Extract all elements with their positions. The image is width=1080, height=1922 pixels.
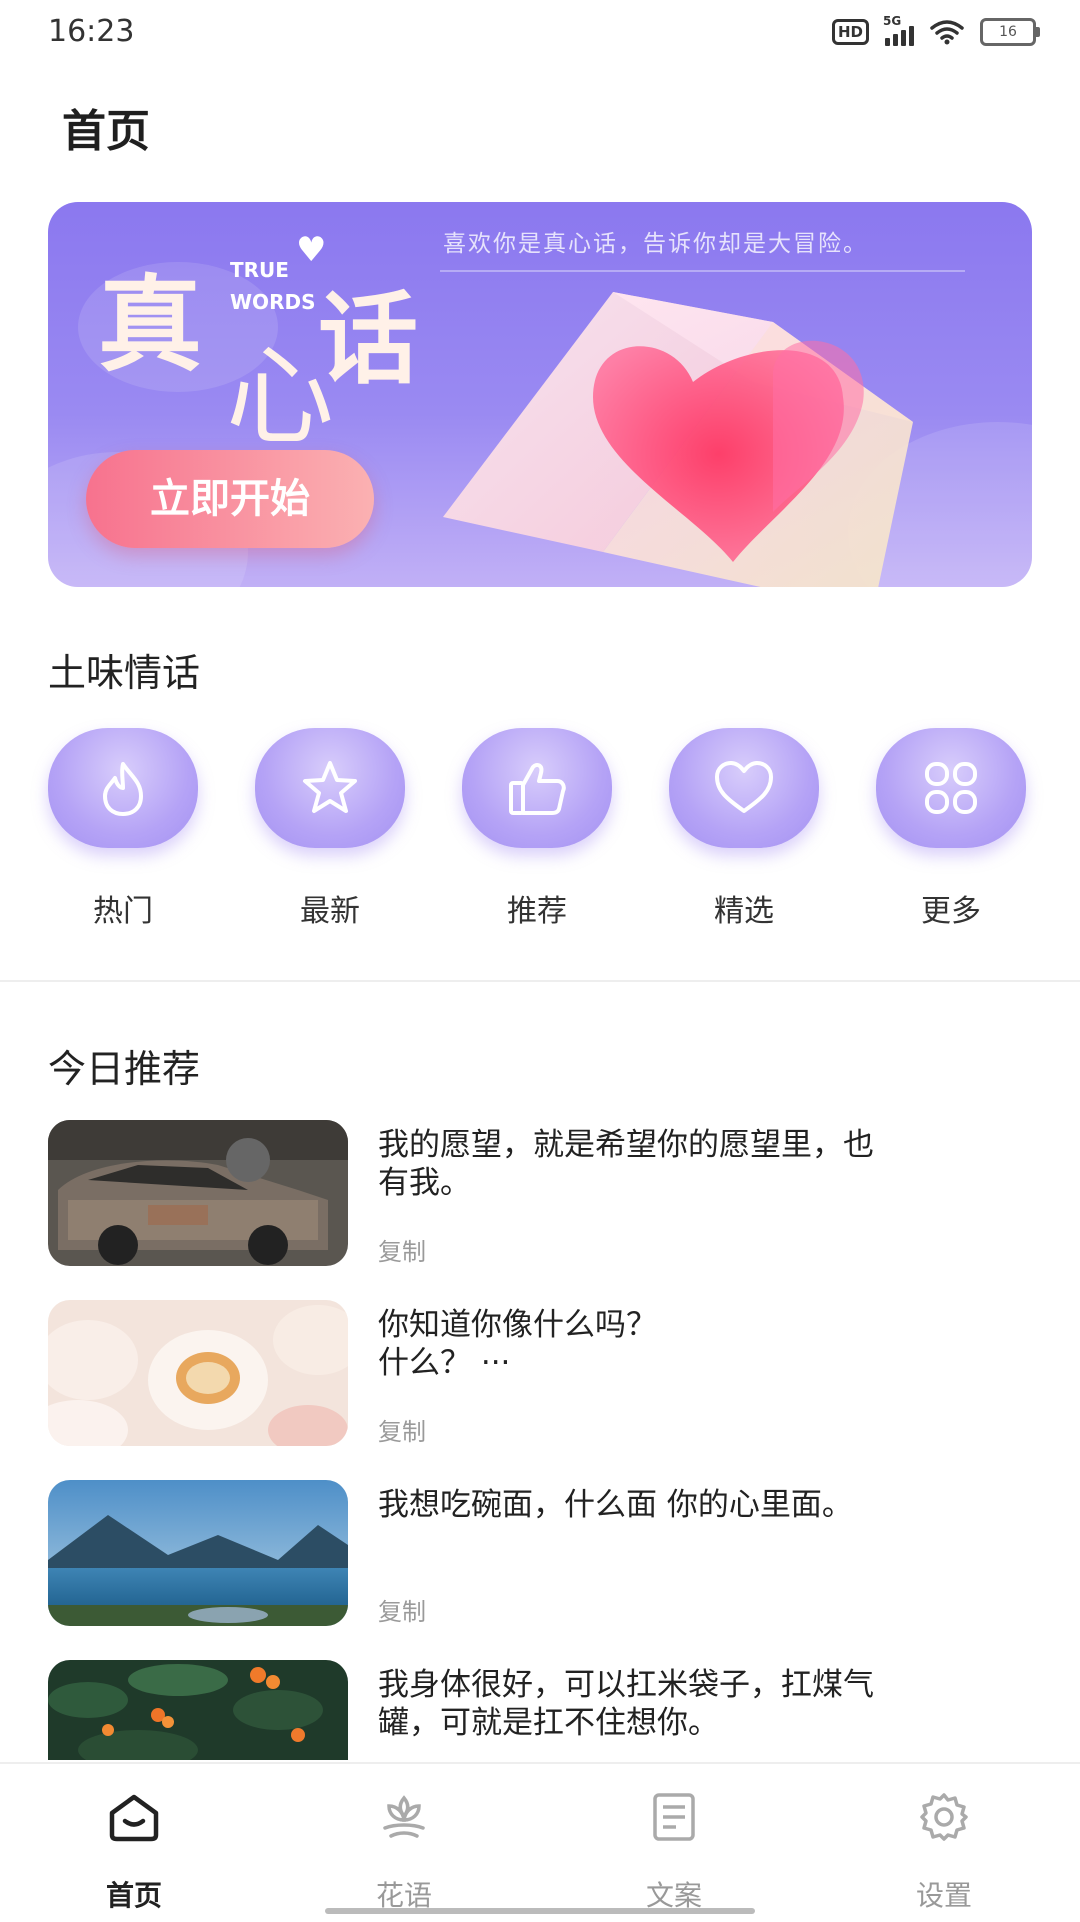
category-circle	[876, 728, 1026, 848]
category-circle	[255, 728, 405, 848]
flower-icon	[383, 1795, 425, 1838]
hd-icon: HD	[831, 19, 869, 45]
heart-icon	[715, 761, 773, 813]
home-indicator	[325, 1908, 755, 1914]
category-circle	[48, 728, 198, 848]
category-label: 热门	[93, 894, 153, 929]
wifi-icon	[930, 20, 964, 45]
tab-settings[interactable]: 设置	[844, 1782, 1044, 1914]
star-icon	[303, 761, 357, 813]
category-more[interactable]: 更多	[876, 728, 1026, 930]
list-item[interactable]: 你知道你像什么吗？ 什么？ ··· 复制	[48, 1300, 1032, 1446]
hero-banner[interactable]: 喜欢你是真心话，告诉你却是大冒险。 真 心 话 TRUE WORDS ♥ 立即开…	[48, 202, 1032, 587]
category-hot[interactable]: 热门	[48, 728, 198, 930]
list-item[interactable]: 我的愿望，就是希望你的愿望里，也 有我。 复制	[48, 1120, 1032, 1266]
list-item[interactable]: 我身体很好，可以扛米袋子，扛煤气 罐，可就是扛不住想你。	[48, 1660, 1032, 1760]
banner-title-char-3: 话	[318, 281, 418, 398]
recommendation-text: 我的愿望，就是希望你的愿望里，也 有我。	[378, 1127, 874, 1201]
list-item[interactable]: 我想吃碗面，什么面 你的心里面。 复制	[48, 1480, 1032, 1626]
bottom-tab-bar: 首页 花语 文案 设置	[0, 1762, 1080, 1922]
category-label: 精选	[714, 894, 774, 929]
recommend-section-title: 今日推荐	[48, 1047, 201, 1091]
cookie-image	[48, 1300, 348, 1446]
category-latest[interactable]: 最新	[255, 728, 405, 930]
battery-icon: 16	[980, 18, 1040, 46]
section-divider	[0, 980, 1080, 982]
category-section-title: 土味情话	[48, 651, 201, 695]
tab-flower[interactable]: 花语	[304, 1782, 504, 1914]
network-type-label: 5G	[883, 14, 902, 28]
category-label: 推荐	[507, 894, 567, 929]
status-time: 16:23	[48, 14, 135, 49]
start-button[interactable]: 立即开始	[86, 450, 374, 548]
rusty-car-image	[48, 1120, 348, 1266]
status-bar: 16:23 HD 5G 16	[0, 0, 1080, 70]
category-label: 最新	[300, 894, 360, 929]
tab-settings-label: 设置	[915, 1879, 972, 1912]
settings-icon	[920, 1793, 968, 1841]
banner-title-char-1: 真	[98, 264, 203, 386]
copy-button[interactable]: 复制	[378, 1592, 426, 1627]
heart-cube-illustration	[443, 292, 913, 587]
home-icon	[109, 1794, 159, 1842]
recommendation-text: 我身体很好，可以扛米袋子，扛煤气 罐，可就是扛不住想你。	[378, 1667, 874, 1741]
tab-home-label: 首页	[105, 1879, 162, 1912]
recommendation-text: 我想吃碗面，什么面 你的心里面。	[378, 1487, 853, 1523]
category-circle	[462, 728, 612, 848]
page-title: 首页	[62, 106, 150, 157]
thumbs-up-icon	[509, 763, 566, 815]
recommendation-text: 你知道你像什么吗？ 什么？ ···	[378, 1307, 657, 1381]
orange-flowers-image	[48, 1660, 348, 1760]
category-label: 更多	[921, 894, 981, 929]
category-recommend[interactable]: 推荐	[462, 728, 612, 930]
category-featured[interactable]: 精选	[669, 728, 819, 930]
copy-button[interactable]: 复制	[378, 1412, 426, 1447]
status-icons: HD 5G 16	[831, 14, 1040, 46]
flame-icon	[103, 762, 143, 816]
tab-home[interactable]: 首页	[34, 1782, 234, 1914]
document-icon	[653, 1793, 695, 1841]
category-circle	[669, 728, 819, 848]
mountain-lake-image	[48, 1480, 348, 1626]
signal-icon: 5G	[883, 14, 914, 46]
copy-button[interactable]: 复制	[378, 1232, 426, 1267]
tab-copywriting[interactable]: 文案	[574, 1782, 774, 1914]
heart-icon: ♥	[296, 230, 327, 270]
grid-icon	[925, 762, 977, 814]
